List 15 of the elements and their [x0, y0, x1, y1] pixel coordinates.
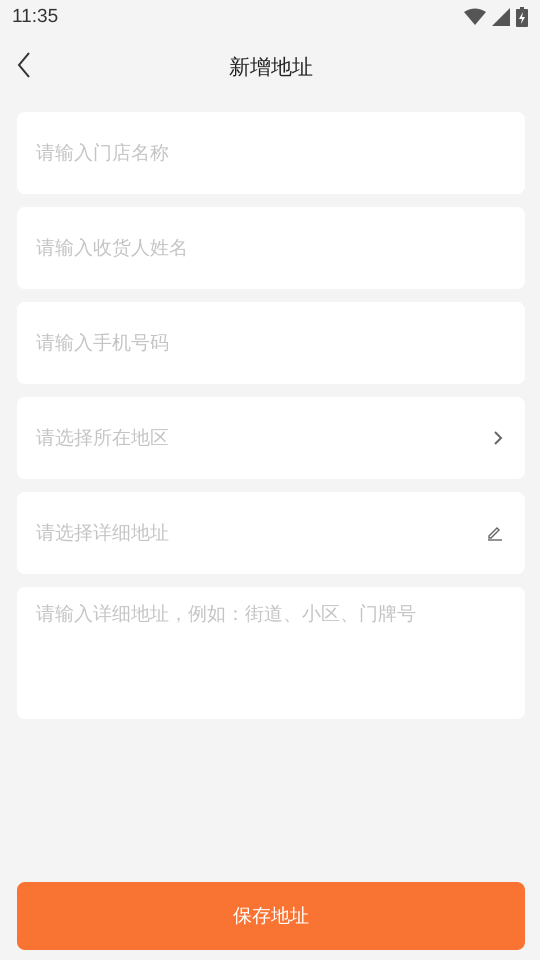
input-field[interactable]: 请输入门店名称 [17, 112, 525, 194]
input-field[interactable]: 请输入收货人姓名 [17, 207, 525, 289]
input-field[interactable]: 请选择所在地区 [17, 397, 525, 479]
wifi-icon [464, 8, 486, 26]
status-time: 11:35 [12, 6, 58, 28]
chevron-right-icon[interactable] [494, 431, 503, 445]
back-icon[interactable] [17, 52, 31, 78]
input-field[interactable]: 请选择详细地址 [17, 492, 525, 574]
battery-icon [516, 7, 528, 27]
page-title: 新增地址 [229, 54, 313, 81]
signal-icon [492, 8, 510, 26]
input-field[interactable]: 请输入手机号码 [17, 302, 525, 384]
save-button[interactable]: 保存地址 [17, 882, 525, 950]
text-area[interactable]: 请输入详细地址，例如：街道、小区、门牌号 [17, 587, 525, 719]
pencil-icon[interactable] [487, 525, 503, 541]
